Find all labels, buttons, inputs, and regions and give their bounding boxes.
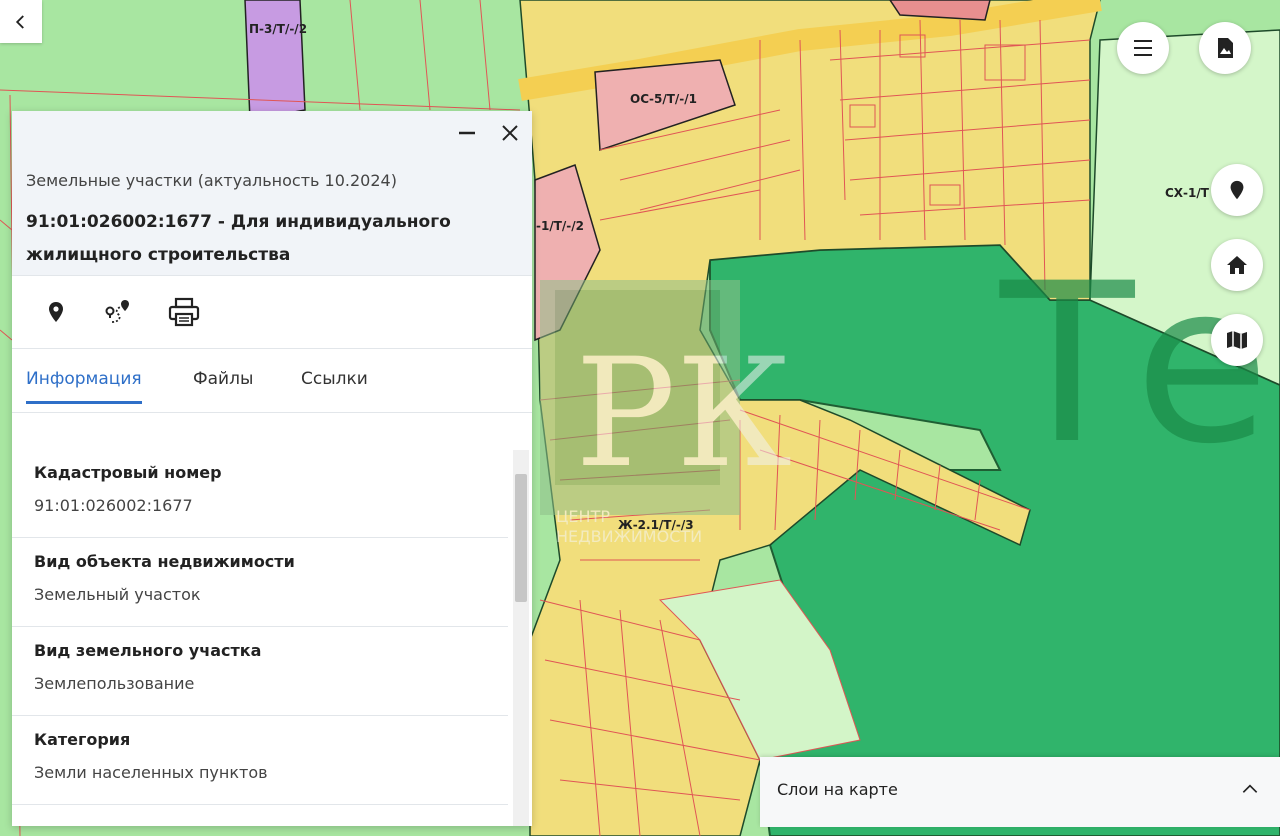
chevron-up-icon: [1242, 784, 1258, 793]
panel-scrollbar[interactable]: [513, 450, 529, 826]
map-icon: [1227, 331, 1247, 349]
field-value: Земельный участок: [34, 585, 201, 604]
info-panel: Земельные участки (актуальность 10.2024)…: [12, 111, 532, 826]
location-pin-icon: [49, 302, 63, 322]
info-fields: Кадастровый номер 91:01:026002:1677 Вид …: [12, 449, 508, 826]
zone-label: П-3/Т/-/2: [249, 22, 307, 36]
field-object-type: Вид объекта недвижимости Земельный участ…: [12, 538, 508, 627]
chevron-left-icon: [15, 14, 24, 29]
field-label: Категория: [34, 730, 131, 749]
field-label: Вид земельного участка: [34, 641, 262, 660]
watermark-text: ЦЕНТР: [556, 507, 610, 526]
layers-bar[interactable]: Слои на карте: [760, 757, 1280, 827]
menu-button[interactable]: [1117, 22, 1169, 74]
minimize-button[interactable]: [453, 119, 481, 147]
show-on-map-button[interactable]: [38, 294, 74, 330]
close-icon: [502, 125, 518, 141]
zone-label: -1/Т/-/2: [536, 219, 584, 233]
field-value: Земли населенных пунктов: [34, 763, 268, 782]
actions-row: [12, 276, 532, 349]
layer-name: Земельные участки (актуальность 10.2024): [26, 171, 397, 190]
watermark-monogram: РК: [575, 327, 792, 501]
route-icon: [105, 300, 129, 323]
print-icon: [168, 297, 200, 327]
my-location-button[interactable]: [1211, 164, 1263, 216]
pdf-export-button[interactable]: [1199, 22, 1251, 74]
purple-zone-p3: [244, 0, 306, 121]
tab-links[interactable]: Ссылки: [301, 369, 368, 401]
minimize-icon: [459, 131, 475, 135]
tabs: Информация Файлы Ссылки: [12, 349, 532, 413]
pdf-document-icon: [1218, 38, 1233, 58]
tab-information[interactable]: Информация: [26, 369, 142, 404]
basemap-button[interactable]: [1211, 314, 1263, 366]
route-button[interactable]: [100, 294, 136, 330]
watermark-text: НЕДВИЖИМОСТИ: [556, 527, 702, 546]
back-button[interactable]: [0, 0, 42, 43]
field-cadastral-number: Кадастровый номер 91:01:026002:1677: [12, 449, 508, 538]
home-icon: [1227, 256, 1247, 274]
zone-label: ОС-5/Т/-/1: [630, 92, 697, 106]
field-category: Категория Земли населенных пунктов: [12, 716, 508, 805]
panel-header: [12, 111, 532, 155]
field-label: Вид объекта недвижимости: [34, 552, 295, 571]
tab-files[interactable]: Файлы: [193, 369, 253, 401]
layers-bar-label: Слои на карте: [777, 780, 898, 799]
print-button[interactable]: [166, 294, 202, 330]
hamburger-menu-icon: [1134, 40, 1152, 56]
close-button[interactable]: [496, 119, 524, 147]
zone-label: СХ-1/Т: [1165, 186, 1210, 200]
field-value: 91:01:026002:1677: [34, 496, 193, 515]
location-pin-icon: [1230, 180, 1244, 200]
parcel-title: 91:01:026002:1677 - Для индивидуального …: [26, 212, 451, 265]
home-button[interactable]: [1211, 239, 1263, 291]
field-label: Кадастровый номер: [34, 463, 222, 482]
scrollbar-thumb[interactable]: [515, 474, 527, 602]
field-value: Землепользование: [34, 674, 195, 693]
field-parcel-type: Вид земельного участка Землепользование: [12, 627, 508, 716]
panel-summary: Земельные участки (актуальность 10.2024)…: [12, 155, 532, 276]
